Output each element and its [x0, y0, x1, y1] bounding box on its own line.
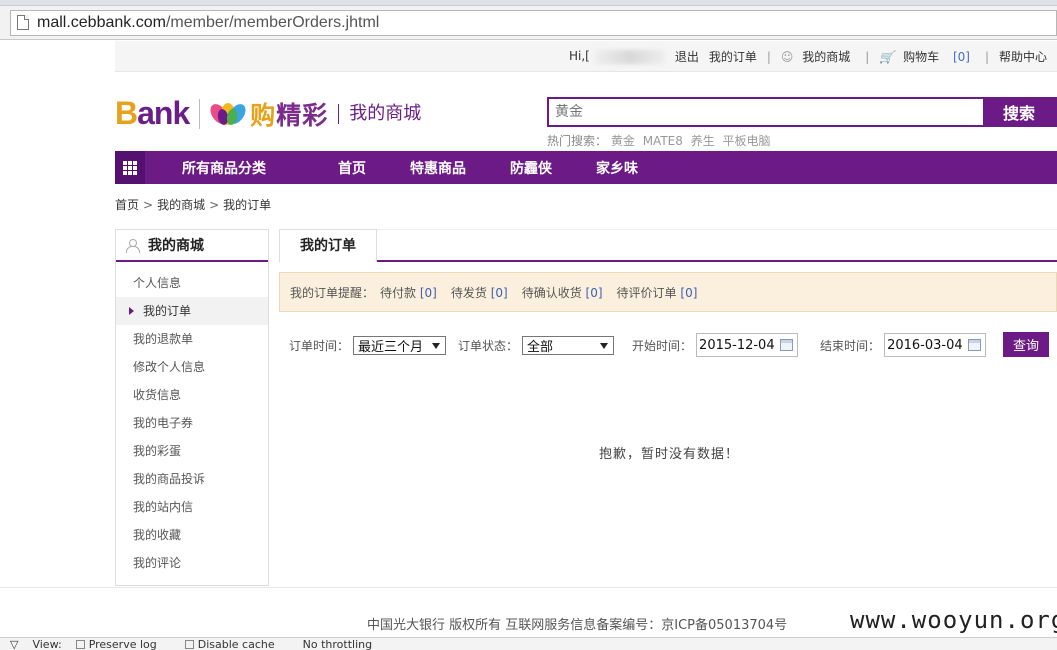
person-icon — [126, 238, 140, 253]
footer-copyright: 中国光大银行 版权所有 互联网服务信息备案编号：京ICP备05013704号 — [367, 618, 788, 633]
start-date-label: 开始时间： — [632, 338, 693, 353]
url-field[interactable]: mall.cebbank.com/member/memberOrders.jht… — [10, 9, 1057, 36]
blurred-username — [594, 49, 665, 64]
reminder-pending-shipment[interactable]: 待发货 [0] — [451, 284, 508, 301]
user-icon: ☺ — [780, 50, 794, 64]
cart-icon: 🛒 — [879, 50, 895, 64]
sidebar-item-favorites[interactable]: 我的收藏 — [116, 521, 268, 549]
url-host: mall.cebbank.com — [37, 13, 166, 31]
breadcrumb-home[interactable]: 首页 — [115, 198, 139, 212]
end-date-label: 结束时间： — [820, 338, 881, 353]
logo-divider — [199, 98, 201, 129]
member-sidebar: 我的商城 个人信息 我的订单 我的退款单 修改个人信息 收货信息 我的电子券 我… — [115, 229, 269, 586]
watermark: www.wooyun.org — [850, 606, 1057, 634]
order-reminder-bar: 我的订单提醒： 待付款 [0] 待发货 [0] 待确认收货 [0] 待评价订单 … — [279, 272, 1057, 312]
tab-bar: 我的订单 — [279, 229, 1057, 262]
separator: | — [865, 49, 870, 64]
preserve-log-checkbox[interactable]: Preserve log — [75, 638, 171, 650]
separator: | — [984, 49, 989, 64]
order-time-select[interactable]: 最近三个月 — [353, 335, 447, 355]
order-time-label: 订单时间： — [289, 338, 350, 353]
devtools-toolbar: ▽ View: Preserve log Disable cache No th… — [0, 637, 1057, 650]
order-filter: 订单时间： 最近三个月 订单状态： 全部 开始时间： 2015-12-04 结束… — [279, 332, 1057, 358]
reminder-pending-review[interactable]: 待评价订单 [0] — [617, 284, 698, 301]
site-logo[interactable]: Bank 购精彩 我的商城 — [115, 95, 421, 132]
end-date-input[interactable]: 2016-03-04 — [884, 333, 987, 357]
dropdown-arrow-icon — [432, 342, 441, 349]
bank-logo: Bank — [115, 95, 190, 131]
nav-special-offers[interactable]: 特惠商品 — [410, 158, 466, 178]
sidebar-item-shipping[interactable]: 收货信息 — [116, 381, 268, 409]
disable-cache-checkbox[interactable]: Disable cache — [184, 638, 289, 650]
cart-link[interactable]: 🛒 购物车 [0] — [879, 48, 975, 65]
sidebar-item-profile[interactable]: 个人信息 — [116, 269, 268, 297]
sidebar-title: 我的商城 — [148, 238, 204, 254]
main-nav: 所有商品分类 首页 特惠商品 防霾侠 家乡味 — [115, 151, 1057, 184]
nav-all-categories[interactable]: 所有商品分类 — [182, 158, 266, 178]
footer-divider — [0, 587, 1057, 588]
sidebar-item-orders[interactable]: 我的订单 — [116, 297, 268, 325]
hot-search: 热门搜索： 黄金 MATE8 养生 平板电脑 — [547, 132, 775, 149]
url-path: /member/memberOrders.jhtml — [165, 13, 380, 31]
breadcrumb: 首页 > 我的商城 > 我的订单 — [115, 196, 271, 213]
help-center-link[interactable]: 帮助中心 — [999, 48, 1047, 65]
throttling-select[interactable]: No throttling — [303, 638, 372, 650]
order-status-select[interactable]: 全部 — [522, 335, 615, 355]
page-icon — [17, 15, 29, 30]
hot-term-link[interactable]: 黄金 — [611, 134, 635, 148]
sidebar-item-complaints[interactable]: 我的商品投诉 — [116, 465, 268, 493]
browser-address-bar: mall.cebbank.com/member/memberOrders.jht… — [0, 6, 1057, 40]
breadcrumb-my-mall[interactable]: 我的商城 — [157, 198, 205, 212]
reminder-label: 我的订单提醒： — [290, 285, 375, 300]
devtools-filter-icon[interactable]: ▽ — [10, 638, 18, 650]
sidebar-menu: 个人信息 我的订单 我的退款单 修改个人信息 收货信息 我的电子券 我的彩蛋 我… — [116, 262, 268, 577]
empty-message: 抱歉，暂时没有数据！ — [599, 447, 740, 462]
cart-count: [0] — [952, 50, 970, 64]
hot-term-link[interactable]: 养生 — [691, 134, 715, 148]
sidebar-item-edit-profile[interactable]: 修改个人信息 — [116, 353, 268, 381]
sidebar-item-ecoupons[interactable]: 我的电子券 — [116, 409, 268, 437]
reminder-pending-receipt[interactable]: 待确认收货 [0] — [522, 284, 603, 301]
calendar-icon[interactable] — [968, 339, 982, 351]
hot-term-link[interactable]: MATE8 — [643, 134, 683, 148]
calendar-icon[interactable] — [780, 339, 794, 351]
sidebar-item-messages[interactable]: 我的站内信 — [116, 493, 268, 521]
sidebar-header: 我的商城 — [116, 230, 268, 262]
hot-search-label: 热门搜索： — [547, 134, 608, 148]
sidebar-item-reviews[interactable]: 我的评论 — [116, 549, 268, 577]
top-utility-bar: Hi,[ 退出 我的订单 | ☺ 我的商城 | 🛒 购物车 [0] | 帮助中心 — [115, 41, 1057, 72]
orders-panel: 我的订单 我的订单提醒： 待付款 [0] 待发货 [0] 待确认收货 [0] 待… — [279, 229, 1057, 462]
greeting: Hi,[ — [564, 49, 665, 64]
hot-term-link[interactable]: 平板电脑 — [723, 134, 771, 148]
category-grid-button[interactable] — [115, 151, 145, 184]
devtools-view-label: View: — [32, 637, 62, 650]
separator: | — [766, 49, 771, 64]
search-bar: 搜索 — [547, 97, 1057, 127]
gou-jingcai-logo: 购精彩 — [250, 100, 329, 130]
breadcrumb-separator: > — [143, 198, 154, 212]
start-date-input[interactable]: 2015-12-04 — [696, 333, 799, 357]
query-button[interactable]: 查询 — [1003, 332, 1049, 357]
breadcrumb-separator: > — [209, 198, 220, 212]
search-input[interactable] — [549, 99, 983, 125]
flower-logo-icon — [207, 99, 250, 129]
nav-hometown-taste[interactable]: 家乡味 — [596, 158, 638, 178]
nav-home[interactable]: 首页 — [338, 158, 366, 178]
top-my-mall-link[interactable]: ☺ 我的商城 — [781, 48, 855, 65]
mall-title: 我的商城 — [338, 103, 421, 124]
sidebar-item-easter-eggs[interactable]: 我的彩蛋 — [116, 437, 268, 465]
top-my-orders-link[interactable]: 我的订单 — [709, 48, 757, 65]
sidebar-item-refunds[interactable]: 我的退款单 — [116, 325, 268, 353]
reminder-pending-payment[interactable]: 待付款 [0] — [380, 284, 437, 301]
breadcrumb-current: 我的订单 — [223, 198, 272, 212]
order-status-label: 订单状态： — [458, 338, 519, 353]
logout-link[interactable]: 退出 — [675, 48, 699, 65]
search-button[interactable]: 搜索 — [983, 99, 1055, 125]
dropdown-arrow-icon — [600, 342, 609, 349]
grid-icon — [123, 160, 137, 175]
nav-anti-haze[interactable]: 防霾侠 — [510, 158, 552, 178]
tab-my-orders[interactable]: 我的订单 — [279, 229, 377, 262]
